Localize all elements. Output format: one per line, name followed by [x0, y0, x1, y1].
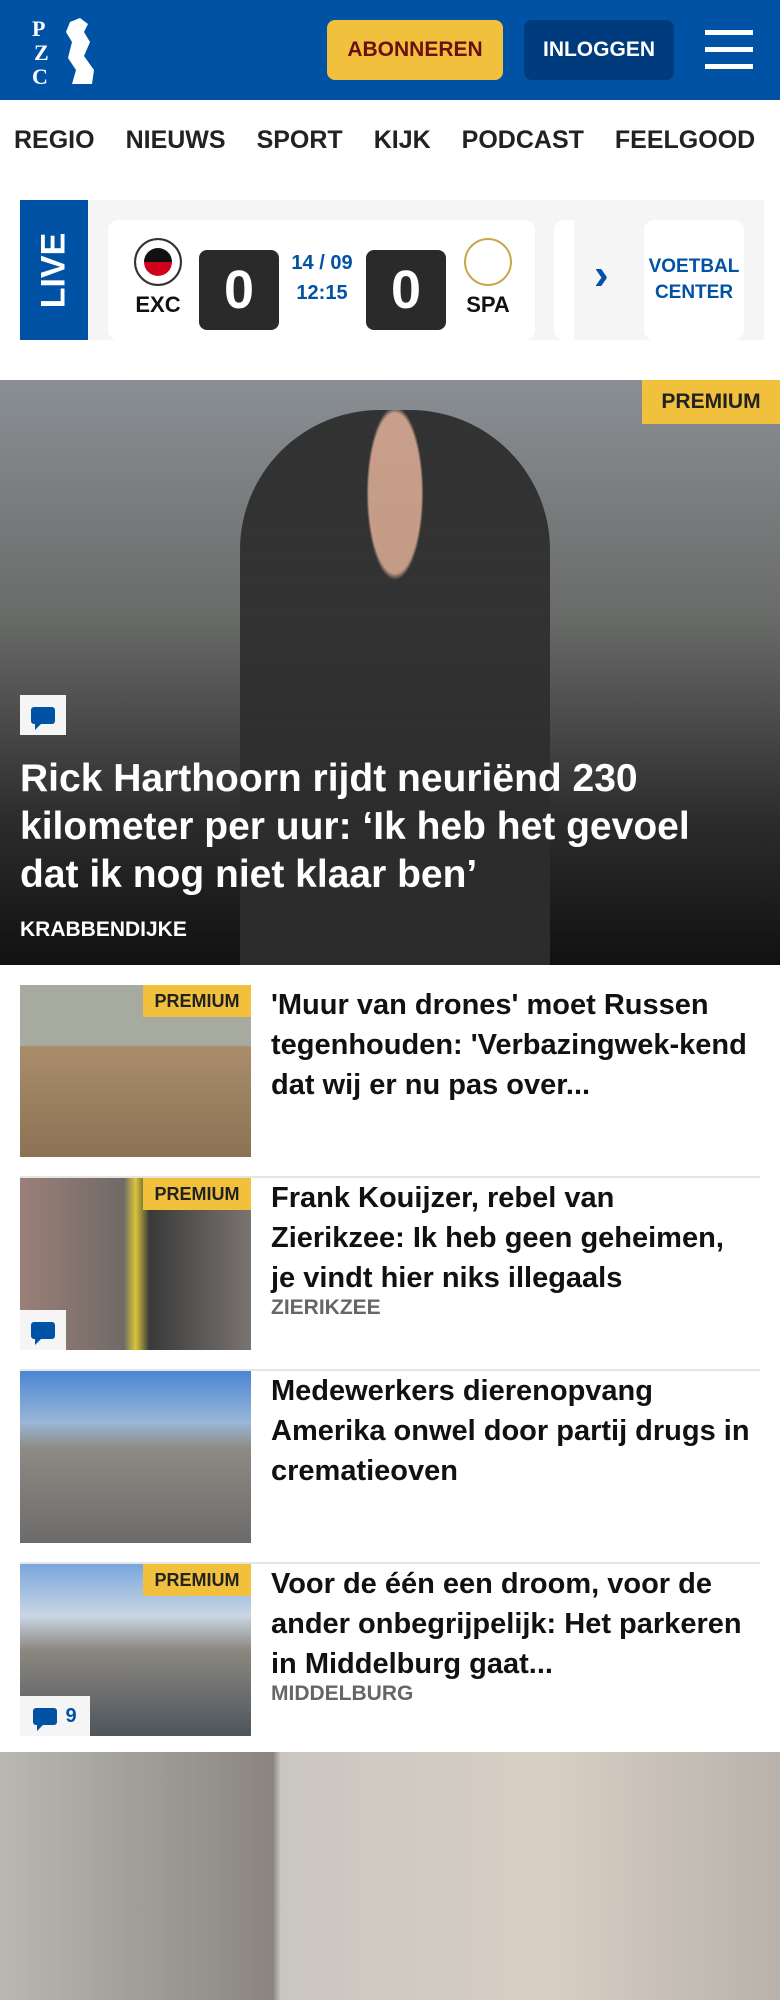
away-score: 0	[366, 250, 446, 330]
hero-title[interactable]: Rick Harthoorn rijdt neuriënd 230 kilome…	[20, 755, 740, 899]
premium-badge: PREMIUM	[642, 380, 780, 424]
article-item[interactable]: PREMIUM 'Muur van drones' moet Russen te…	[20, 985, 760, 1178]
hamburger-icon[interactable]	[705, 30, 753, 70]
comments-button[interactable]: 9	[20, 1696, 90, 1736]
hero-article[interactable]: PREMIUM Rick Harthoorn rijdt neuriënd 23…	[0, 380, 780, 965]
article-thumbnail	[20, 1371, 251, 1543]
live-scores: LIVE EXC 0 14 / 09 12:15 0 SPA › VOETBAL …	[20, 200, 764, 340]
svg-text:Z: Z	[34, 40, 49, 65]
pzc-logo[interactable]: P Z C	[30, 14, 110, 86]
nav-item-nieuws[interactable]: NIEUWS	[126, 126, 226, 155]
login-button[interactable]: INLOGGEN	[524, 20, 674, 80]
subscribe-button[interactable]: ABONNEREN	[327, 20, 503, 80]
next-article-image[interactable]	[0, 1752, 780, 2000]
premium-badge: PREMIUM	[143, 1178, 251, 1210]
article-title[interactable]: Medewerkers dierenopvang Amerika onwel d…	[271, 1371, 751, 1491]
home-score: 0	[199, 250, 279, 330]
match-time: 14 / 09 12:15	[291, 252, 353, 304]
svg-text:C: C	[32, 64, 48, 86]
comments-button[interactable]	[20, 1310, 66, 1350]
article-item[interactable]: PREMIUM 9 Voor de één een droom, voor de…	[20, 1564, 760, 1757]
article-title[interactable]: 'Muur van drones' moet Russen tegenhoude…	[271, 985, 751, 1105]
nav-item-feelgood[interactable]: FEELGOOD	[615, 126, 755, 155]
voetbal-center-button[interactable]: VOETBAL CENTER	[644, 220, 744, 340]
svg-text:P: P	[32, 16, 45, 41]
article-title[interactable]: Frank Kouijzer, rebel van Zierikzee: Ik …	[271, 1178, 751, 1298]
sparta-crest-icon	[464, 238, 512, 286]
chevron-right-icon[interactable]: ›	[594, 250, 609, 300]
article-item[interactable]: Medewerkers dierenopvang Amerika onwel d…	[20, 1371, 760, 1564]
article-location: ZIERIKZEE	[271, 1296, 381, 1319]
comments-button[interactable]	[20, 695, 66, 735]
site-header: P Z C ABONNEREN INLOGGEN	[0, 0, 780, 100]
away-team: SPA	[458, 238, 518, 318]
comment-icon	[31, 1321, 55, 1345]
home-team: EXC	[128, 238, 188, 318]
premium-badge: PREMIUM	[143, 985, 251, 1017]
live-label: LIVE	[20, 200, 88, 340]
premium-badge: PREMIUM	[143, 1564, 251, 1596]
nav-item-kijk[interactable]: KIJK	[374, 126, 431, 155]
hero-location: KRABBENDIJKE	[20, 918, 187, 941]
next-match-card[interactable]	[554, 220, 574, 340]
article-title[interactable]: Voor de één een droom, voor de ander onb…	[271, 1564, 751, 1684]
comment-count: 9	[65, 1704, 77, 1727]
article-location: MIDDELBURG	[271, 1682, 414, 1705]
nav-item-regio[interactable]: REGIO	[14, 126, 95, 155]
nav-item-podcast[interactable]: PODCAST	[462, 126, 584, 155]
main-nav: REGIO NIEUWS SPORT KIJK PODCAST FEELGOOD	[0, 100, 780, 180]
article-item[interactable]: PREMIUM Frank Kouijzer, rebel van Zierik…	[20, 1178, 760, 1371]
excelsior-crest-icon	[134, 238, 182, 286]
nav-item-sport[interactable]: SPORT	[257, 126, 343, 155]
comment-icon	[33, 1707, 58, 1731]
match-card[interactable]: EXC 0 14 / 09 12:15 0 SPA	[108, 220, 535, 340]
comment-icon	[31, 706, 55, 730]
